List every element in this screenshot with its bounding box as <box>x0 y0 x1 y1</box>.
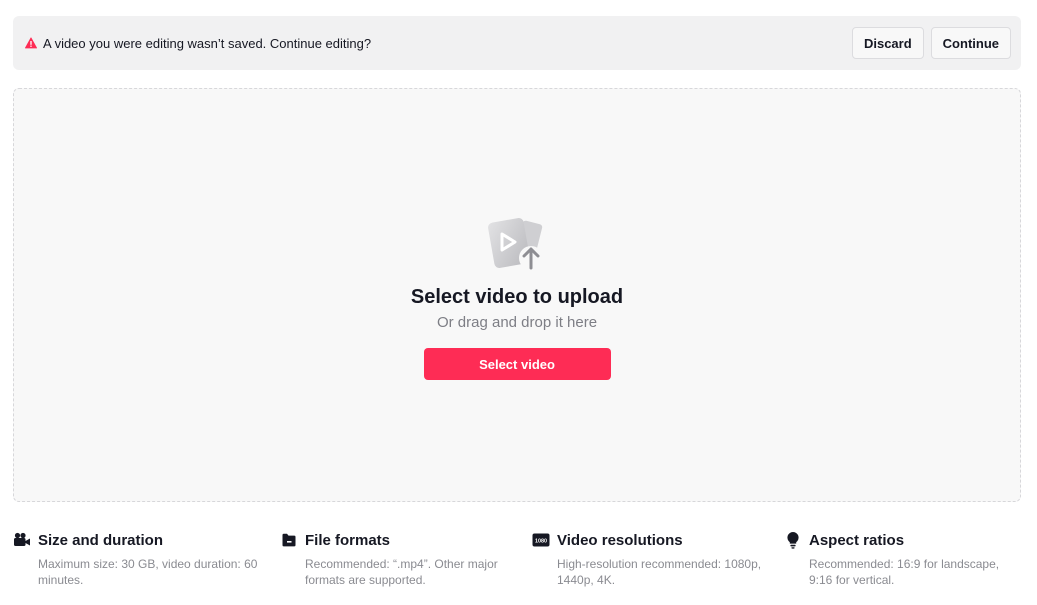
info-aspect-ratios: Aspect ratios Recommended: 16:9 for land… <box>784 531 1019 588</box>
upload-requirements: Size and duration Maximum size: 30 GB, v… <box>13 531 1023 601</box>
hd-resolution-icon: 1080 <box>532 531 550 549</box>
info-file-formats: File formats Recommended: “.mp4”. Other … <box>280 531 510 588</box>
info-video-resolutions: 1080 Video resolutions High-resolution r… <box>532 531 772 588</box>
warning-icon <box>25 37 37 49</box>
select-video-button[interactable]: Select video <box>423 348 611 380</box>
upload-video-icon <box>485 214 549 272</box>
info-title: Video resolutions <box>557 531 683 549</box>
info-description: High-resolution recommended: 1080p, 1440… <box>557 557 762 587</box>
info-description: Recommended: “.mp4”. Other major formats… <box>305 557 498 587</box>
folder-icon <box>280 531 298 549</box>
hd-resolution-icon-text: 1080 <box>535 538 547 544</box>
info-description: Recommended: 16:9 for landscape, 9:16 fo… <box>809 557 1000 587</box>
video-camera-icon <box>13 531 31 549</box>
info-title: Size and duration <box>38 531 164 549</box>
dropzone-subtitle: Or drag and drop it here <box>436 314 598 331</box>
continue-button[interactable]: Continue <box>930 27 1011 59</box>
dropzone-title: Select video to upload <box>410 286 624 308</box>
lightbulb-icon <box>784 531 802 549</box>
info-title: Aspect ratios <box>809 531 905 549</box>
discard-button[interactable]: Discard <box>851 27 924 59</box>
info-description: Maximum size: 30 GB, video duration: 60 … <box>38 557 258 587</box>
info-size-duration: Size and duration Maximum size: 30 GB, v… <box>13 531 263 588</box>
upload-dropzone[interactable]: Select video to upload Or drag and drop … <box>13 88 1021 502</box>
unsaved-draft-banner: A video you were editing wasn’t saved. C… <box>13 16 1021 70</box>
banner-message: A video you were editing wasn’t saved. C… <box>43 35 372 51</box>
info-title: File formats <box>305 531 391 549</box>
